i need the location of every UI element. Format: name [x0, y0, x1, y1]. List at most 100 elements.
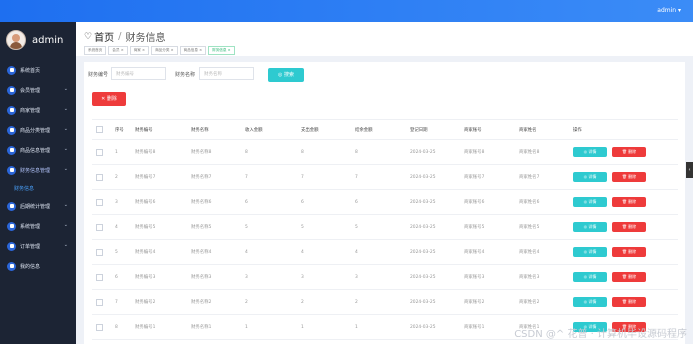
- sidebar-item-statistics[interactable]: 后期统计管理 ⌄: [0, 196, 76, 216]
- watermark: CSDN @^ 花普 · 计算机毕设源码程序: [514, 329, 687, 340]
- delete-button-cell: 🗑 删除: [612, 140, 646, 164]
- sidebar-item-home[interactable]: 系统首页: [0, 60, 76, 80]
- sidebar-item-members[interactable]: 会员管理 ⌄: [0, 80, 76, 100]
- select-all-checkbox[interactable]: [96, 120, 103, 139]
- store-icon: [7, 105, 16, 115]
- table-cell: 财务名称4: [191, 250, 212, 255]
- category-icon: [7, 125, 16, 135]
- table-cell: 2024-03-25: [410, 249, 436, 255]
- sidebar-item-finance[interactable]: 财务信息管理 ⌄: [0, 160, 76, 180]
- table-cell: 财务编号6: [135, 200, 156, 205]
- batch-delete-button[interactable]: ✕ 删除: [92, 92, 126, 106]
- table-cell: 财务名称5: [191, 225, 212, 230]
- user-menu[interactable]: admin ▾: [657, 7, 681, 14]
- finance-name-input[interactable]: 财务名称: [199, 67, 254, 80]
- table-cell: 财务名称2: [191, 300, 212, 305]
- detail-button[interactable]: ◎ 详情: [573, 222, 607, 232]
- breadcrumb-home[interactable]: 首页: [94, 29, 114, 44]
- table-cell: 1: [245, 324, 248, 330]
- table-cell: 2024-03-25: [410, 324, 436, 330]
- brand: admin: [6, 30, 63, 50]
- chevron-down-icon: ⌄: [63, 202, 68, 208]
- delete-row-button[interactable]: 🗑 删除: [612, 172, 646, 182]
- row-checkbox[interactable]: [96, 165, 103, 189]
- delete-row-button[interactable]: 🗑 删除: [612, 272, 646, 282]
- sidebar-item-orders[interactable]: 订单管理 ⌄: [0, 236, 76, 256]
- table-cell: 财务编号8: [135, 150, 156, 155]
- table-cell: 2024-03-25: [410, 299, 436, 305]
- sidebar-item-label: 商家管理: [20, 107, 41, 114]
- chevron-down-icon: ⌄: [63, 166, 68, 172]
- sidebar-subitem-finance-info[interactable]: 财务信息: [0, 180, 76, 196]
- row-checkbox[interactable]: [96, 315, 103, 339]
- row-checkbox[interactable]: [96, 140, 103, 164]
- column-header: 财务编号: [135, 127, 153, 133]
- tag-finance[interactable]: 财务信息 ×: [208, 46, 235, 55]
- tag-home[interactable]: 系统首页: [84, 46, 107, 55]
- detail-button[interactable]: ◎ 详情: [573, 172, 607, 182]
- search-button[interactable]: ◎ 搜索: [268, 68, 304, 82]
- delete-row-button[interactable]: 🗑 删除: [612, 247, 646, 257]
- row-checkbox[interactable]: [96, 265, 103, 289]
- delete-button-cell: 🗑 删除: [612, 240, 646, 264]
- table-cell: 2: [245, 299, 248, 305]
- table-cell: 7: [115, 299, 118, 305]
- sidebar-item-system[interactable]: 系统管理 ⌄: [0, 216, 76, 236]
- table-cell: 2024-03-25: [410, 174, 436, 180]
- avatar: [6, 30, 26, 50]
- table-cell: 8: [355, 149, 358, 155]
- table-cell: 2: [355, 299, 358, 305]
- tag-products[interactable]: 商品信息 ×: [179, 46, 207, 55]
- table-cell: 1: [355, 324, 358, 330]
- finance-table: 序号 财务编号 财务名称 收入金额 支出金额 结余金额 登记日期 商家账号 商家…: [92, 119, 678, 340]
- tab-tags: 系统首页 会员 × 商家 × 商品分类 × 商品信息 × 财务信息 ×: [84, 46, 235, 55]
- row-checkbox[interactable]: [96, 215, 103, 239]
- delete-row-button[interactable]: 🗑 删除: [612, 147, 646, 157]
- sidebar-item-categories[interactable]: 商品分类管理 ⌄: [0, 120, 76, 140]
- detail-button[interactable]: ◎ 详情: [573, 297, 607, 307]
- top-bar: admin ▾: [0, 0, 693, 22]
- main-area: ♡ 首页 / 财务信息 系统首页 会员 × 商家 × 商品分类 × 商品信息 ×…: [76, 22, 693, 344]
- table-cell: 6: [355, 199, 358, 205]
- row-checkbox[interactable]: [96, 290, 103, 314]
- detail-button[interactable]: ◎ 详情: [573, 197, 607, 207]
- table-cell: 2024-03-25: [410, 224, 436, 230]
- tag-members[interactable]: 会员 ×: [108, 46, 128, 55]
- table-cell: 8: [301, 149, 304, 155]
- tag-categories[interactable]: 商品分类 ×: [151, 46, 178, 55]
- sidebar-item-merchants[interactable]: 商家管理 ⌄: [0, 100, 76, 120]
- table-cell: 2: [301, 299, 304, 305]
- tag-merchants[interactable]: 商家 ×: [129, 46, 150, 55]
- detail-button[interactable]: ◎ 详情: [573, 147, 607, 157]
- column-header: 操作: [573, 127, 582, 133]
- table-cell: 5: [115, 249, 118, 255]
- finance-number-input[interactable]: 财务编号: [111, 67, 166, 80]
- table-cell: 商家账号2: [464, 300, 485, 305]
- row-checkbox[interactable]: [96, 190, 103, 214]
- profile-icon: [7, 261, 16, 271]
- row-checkbox[interactable]: [96, 240, 103, 264]
- table-cell: 财务编号1: [135, 325, 156, 330]
- table-cell: 商家姓名6: [519, 200, 540, 205]
- table-cell: 5: [245, 224, 248, 230]
- detail-button-cell: ◎ 详情: [573, 140, 607, 164]
- sidebar-item-label: 订单管理: [20, 243, 41, 250]
- detail-button[interactable]: ◎ 详情: [573, 272, 607, 282]
- delete-row-button[interactable]: 🗑 删除: [612, 222, 646, 232]
- brand-name: admin: [32, 34, 64, 46]
- delete-row-button[interactable]: 🗑 删除: [612, 297, 646, 307]
- side-panel-toggle[interactable]: ‹: [686, 162, 693, 178]
- table-row: 1 财务编号8 财务名称8 8 8 8 2024-03-25 商家账号8 商家姓名8 ◎ 详情 🗑 …: [92, 140, 678, 165]
- delete-row-button[interactable]: 🗑 删除: [612, 197, 646, 207]
- table-cell: 7: [245, 174, 248, 180]
- sidebar-item-products[interactable]: 商品信息管理 ⌄: [0, 140, 76, 160]
- table-cell: 1: [301, 324, 304, 330]
- detail-button-cell: ◎ 详情: [573, 290, 607, 314]
- sidebar-item-my-info[interactable]: 我的信息: [0, 256, 76, 276]
- table-cell: 7: [301, 174, 304, 180]
- chevron-down-icon: ⌄: [63, 126, 68, 132]
- table-cell: 3: [115, 199, 118, 205]
- table-cell: 3: [301, 274, 304, 280]
- finance-icon: [7, 165, 16, 175]
- detail-button[interactable]: ◎ 详情: [573, 247, 607, 257]
